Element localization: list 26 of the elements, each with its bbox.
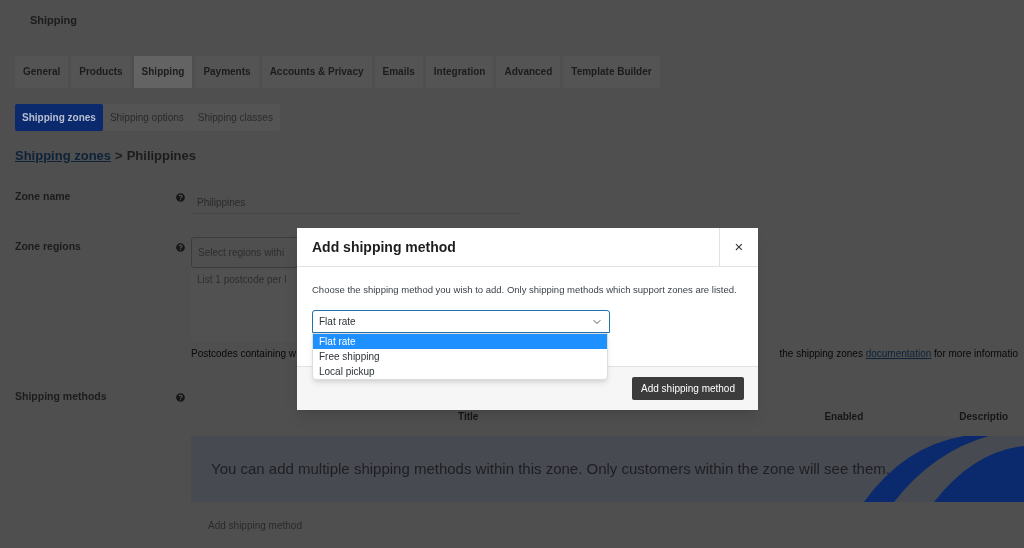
shipping-method-select[interactable]: Flat rate — [312, 310, 610, 334]
postcodes-hint: Postcodes containing w — [191, 347, 297, 361]
dropdown-option[interactable]: Flat rate — [313, 334, 607, 349]
settings-tab[interactable]: Emails — [374, 55, 423, 88]
dropdown-option[interactable]: Local pickup — [313, 364, 607, 379]
postcodes-hint: the shipping zones documentation for more informatio — [779, 347, 1018, 361]
add-shipping-method-button[interactable]: Add shipping method — [632, 377, 744, 400]
column-header: Descriptio — [959, 410, 1009, 424]
help-icon — [176, 193, 185, 202]
settings-tab[interactable]: Accounts & Privacy — [261, 55, 372, 88]
help-icon — [176, 243, 185, 252]
settings-tab[interactable]: Shipping — [133, 55, 193, 88]
settings-tab[interactable]: Payments — [195, 55, 259, 88]
breadcrumb-link[interactable]: Shipping zones — [15, 145, 112, 165]
help-icon — [176, 393, 185, 402]
settings-tab[interactable]: General — [15, 55, 69, 88]
settings-tab[interactable]: Advanced — [496, 55, 561, 88]
documentation-link[interactable]: documentation — [865, 348, 932, 359]
settings-tab[interactable]: Template Builder — [563, 55, 660, 88]
settings-tab[interactable]: Integration — [425, 55, 494, 88]
column-header: Enabled — [824, 410, 864, 424]
close-button[interactable]: × — [719, 228, 758, 266]
dropdown-option[interactable]: Free shipping — [313, 349, 607, 364]
sub-tab[interactable]: Shipping zones — [15, 103, 103, 131]
breadcrumb-separator: > — [115, 146, 123, 165]
settings-tab[interactable]: Products — [71, 55, 131, 88]
